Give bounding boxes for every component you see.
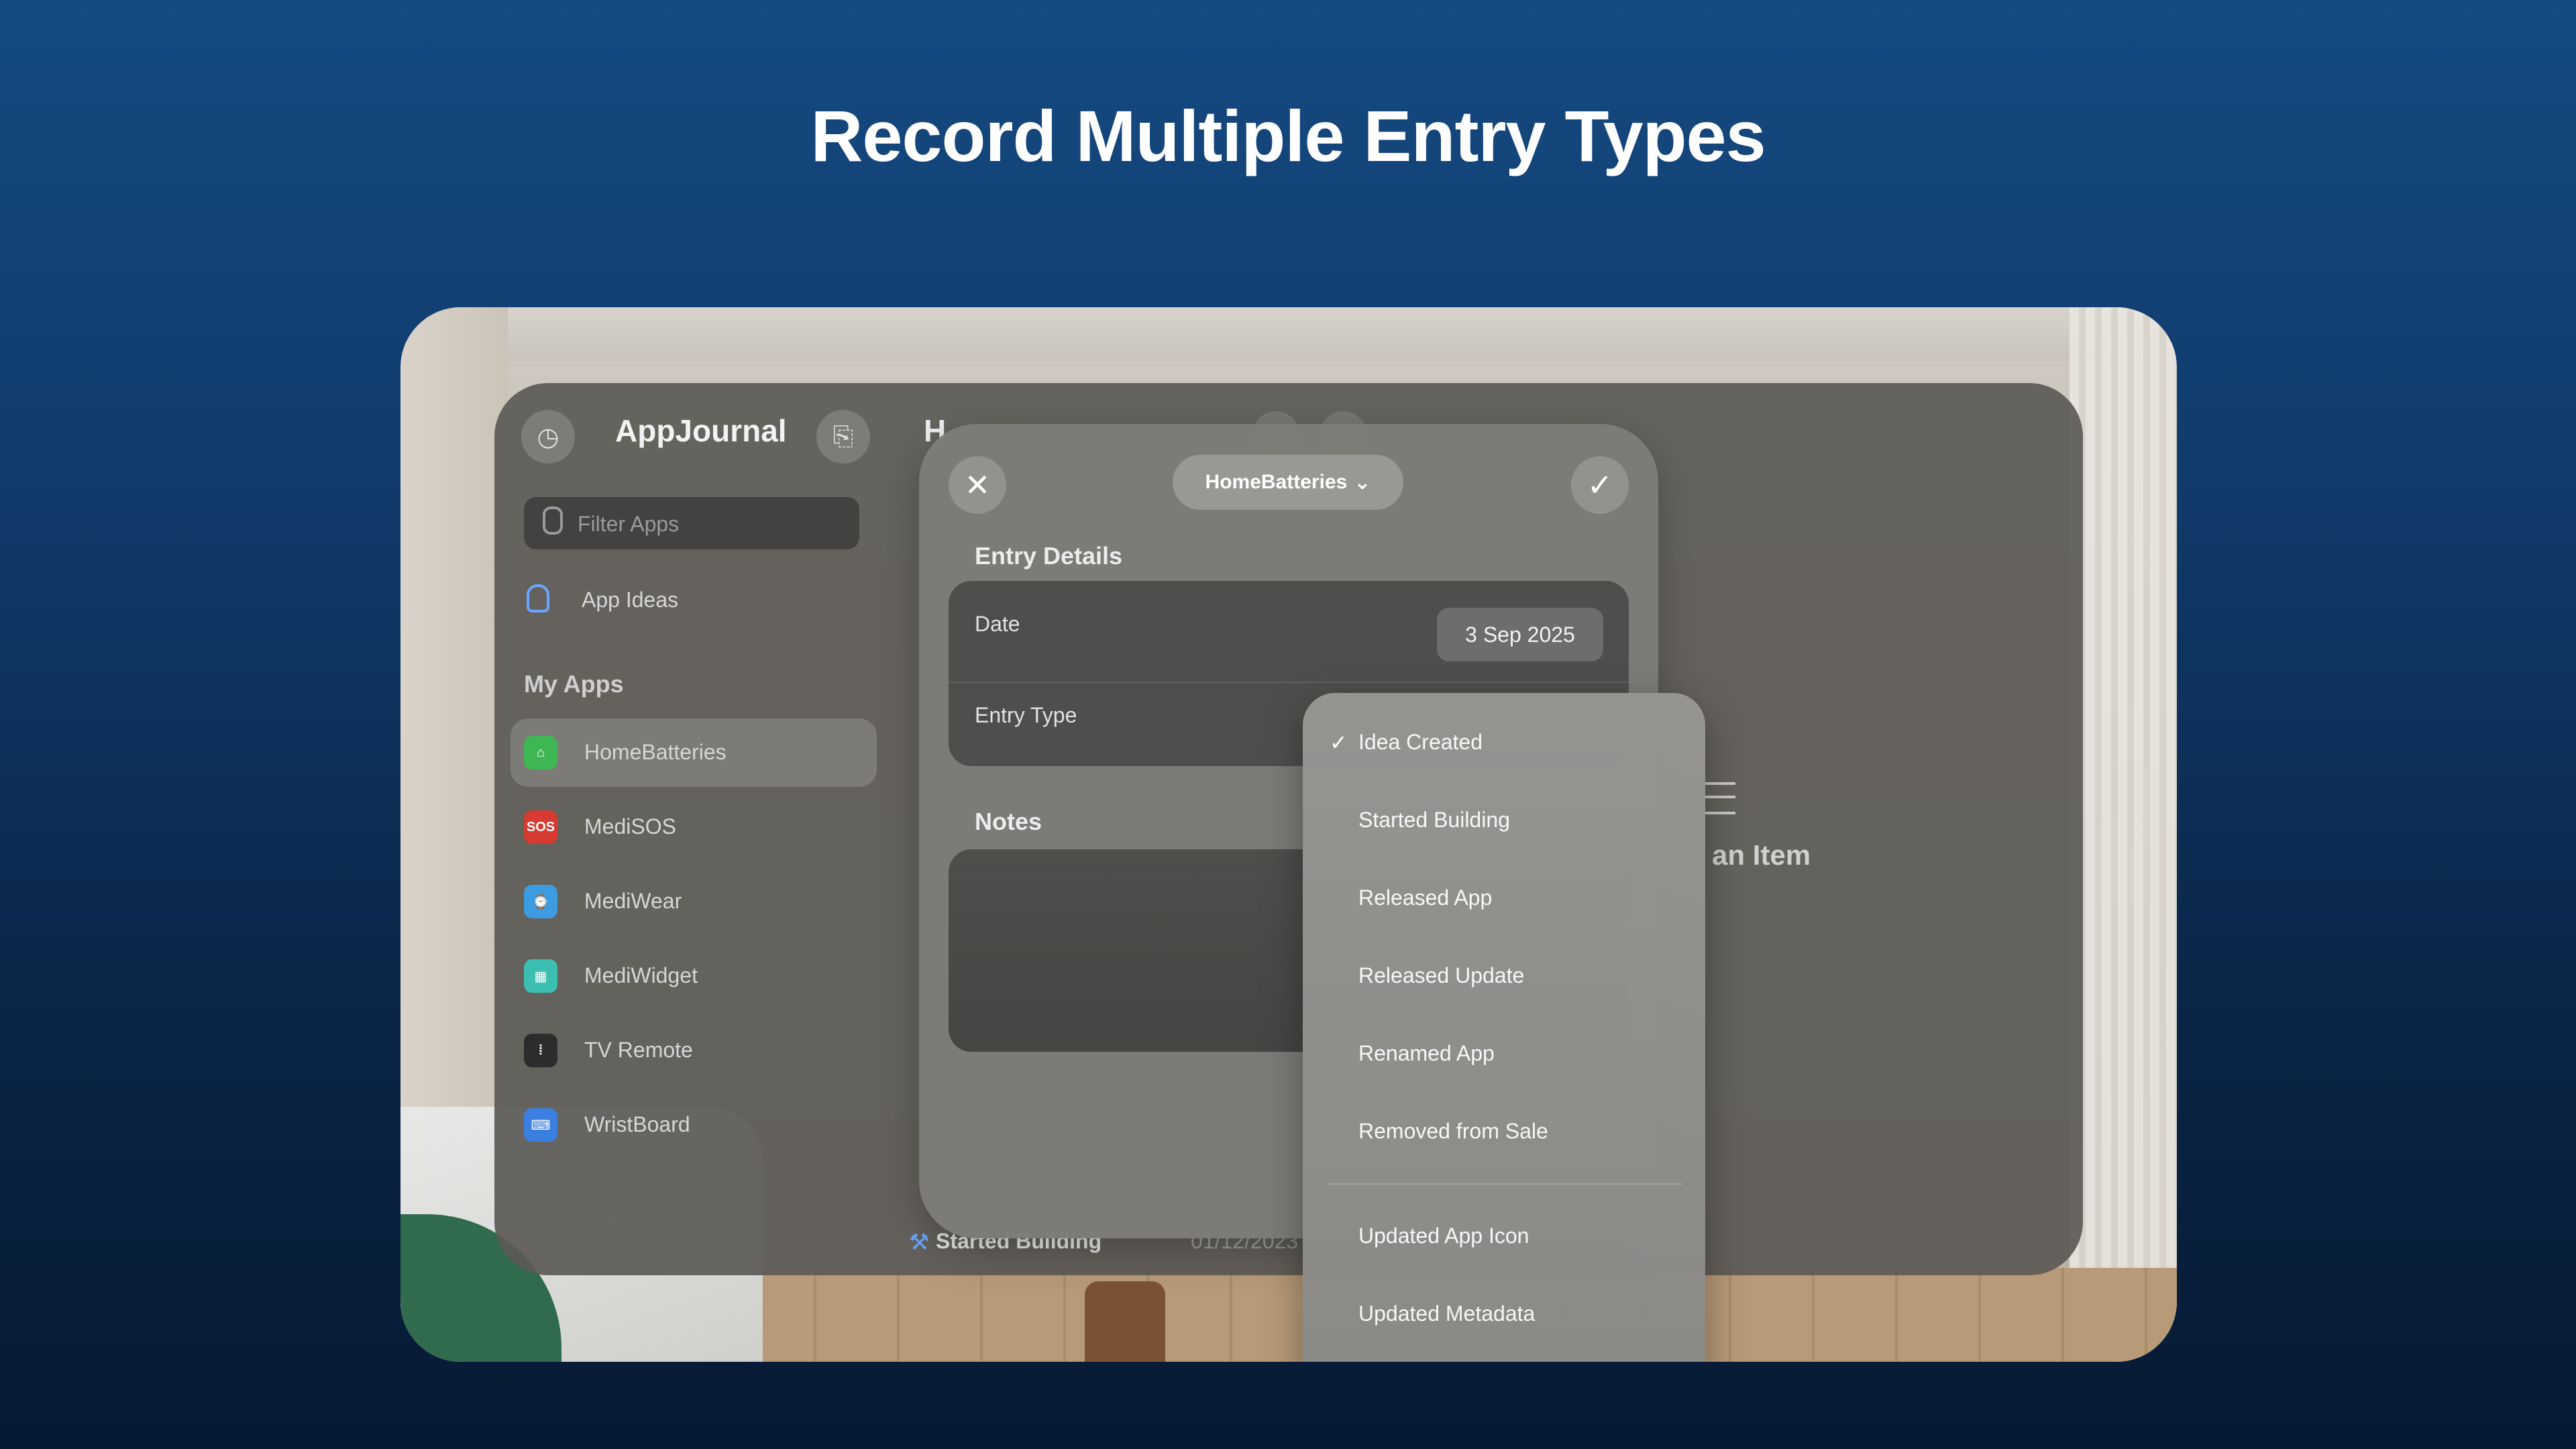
- app-picker-label: HomeBatteries: [1205, 471, 1348, 493]
- empty-state-text: an Item: [1712, 839, 1811, 871]
- menu-item-entry-type[interactable]: Released Update: [1303, 936, 1705, 1014]
- my-apps-section-title: My Apps: [524, 670, 624, 698]
- menu-item-entry-type[interactable]: ✓ Idea Created: [1303, 703, 1705, 781]
- menu-item-entry-type[interactable]: Started Building: [1303, 781, 1705, 859]
- widget-icon: ▦: [524, 959, 557, 993]
- sidebar-toggle-icon: ◷: [537, 423, 559, 451]
- entry-details-title: Entry Details: [975, 542, 1123, 570]
- visionos-screenshot-frame: ◷ AppJournal ⎘ Filter Apps App Ideas My …: [400, 307, 2177, 1362]
- confirm-button[interactable]: ✓: [1571, 456, 1629, 514]
- sidebar-item-label: MediSOS: [584, 814, 676, 839]
- sidebar-item-app[interactable]: ⁞ TV Remote: [511, 1016, 877, 1085]
- menu-item-entry-type[interactable]: Updated App Icon: [1303, 1197, 1705, 1275]
- sidebar-item-label: HomeBatteries: [584, 740, 727, 764]
- home-icon: ⌂: [524, 736, 557, 769]
- filter-apps-field[interactable]: Filter Apps: [524, 497, 859, 549]
- sidebar-item-app-ideas[interactable]: App Ideas: [582, 588, 678, 612]
- menu-item-entry-type[interactable]: Renamed App: [1303, 1014, 1705, 1092]
- menu-divider: [1328, 1183, 1682, 1185]
- lightbulb-icon: [527, 584, 549, 612]
- sidebar: ◷ AppJournal ⎘ Filter Apps App Ideas My …: [494, 383, 910, 1275]
- checkmark-icon: ✓: [1330, 731, 1348, 755]
- menu-item-entry-type[interactable]: Removed from Sale: [1303, 1092, 1705, 1170]
- date-row: Date 3 Sep 2025: [949, 581, 1629, 665]
- close-icon: ✕: [964, 468, 991, 502]
- microphone-icon: [543, 506, 563, 535]
- menu-item-label: Updated App Icon: [1358, 1224, 1529, 1248]
- menu-item-label: Updated Metadata: [1358, 1301, 1536, 1326]
- menu-item-label: Idea Created: [1358, 730, 1483, 754]
- app-title: AppJournal: [615, 413, 787, 448]
- hammer-icon: ⚒: [909, 1230, 930, 1255]
- add-app-icon: ⎘: [833, 422, 854, 451]
- date-picker[interactable]: 3 Sep 2025: [1437, 608, 1603, 661]
- page-headline: Record Multiple Entry Types: [810, 95, 1766, 176]
- entry-type-label: Entry Type: [975, 703, 1077, 727]
- close-button[interactable]: ✕: [949, 456, 1006, 514]
- menu-item-label: Started Building: [1358, 808, 1510, 832]
- sidebar-item-label: MediWidget: [584, 963, 698, 987]
- sidebar-item-label: WristBoard: [584, 1112, 690, 1136]
- sidebar-item-label: TV Remote: [584, 1038, 693, 1062]
- keyboard-icon: ⌨: [524, 1108, 557, 1142]
- list-icon: [1702, 782, 1735, 814]
- remote-icon: ⁞: [524, 1034, 557, 1067]
- menu-item-label: Released Update: [1358, 963, 1525, 987]
- sidebar-item-app[interactable]: ⌂ HomeBatteries: [511, 718, 877, 787]
- room-plant-pot: [1085, 1281, 1165, 1362]
- notes-title: Notes: [975, 808, 1042, 835]
- room-curtain: [2070, 307, 2177, 1362]
- sidebar-item-app[interactable]: ⌨ WristBoard: [511, 1091, 877, 1159]
- date-label: Date: [975, 612, 1020, 636]
- sidebar-item-app[interactable]: ⌚ MediWear: [511, 867, 877, 936]
- menu-item-label: Removed from Sale: [1358, 1119, 1548, 1143]
- sidebar-item-app[interactable]: ▦ MediWidget: [511, 942, 877, 1010]
- menu-item-label: Released App: [1358, 885, 1493, 910]
- checkmark-icon: ✓: [1587, 468, 1613, 502]
- menu-item-label: Renamed App: [1358, 1041, 1495, 1065]
- add-app-button[interactable]: ⎘: [816, 410, 870, 464]
- sos-icon: SOS: [524, 810, 557, 844]
- app-picker-button[interactable]: HomeBatteries ⌄: [1173, 455, 1403, 510]
- entry-type-menu: ✓ Idea Created Started Building Released Ap…: [1303, 693, 1705, 1362]
- room-ceiling: [400, 307, 2177, 361]
- sidebar-item-label: MediWear: [584, 889, 682, 913]
- sidebar-item-app[interactable]: SOS MediSOS: [511, 793, 877, 861]
- watch-icon: ⌚: [524, 885, 557, 918]
- sidebar-toggle-button[interactable]: ◷: [521, 410, 575, 464]
- menu-item-entry-type[interactable]: Updated Metadata: [1303, 1275, 1705, 1352]
- filter-apps-placeholder: Filter Apps: [578, 512, 680, 536]
- chevron-down-icon: ⌄: [1354, 471, 1371, 494]
- menu-item-entry-type[interactable]: Released App: [1303, 859, 1705, 936]
